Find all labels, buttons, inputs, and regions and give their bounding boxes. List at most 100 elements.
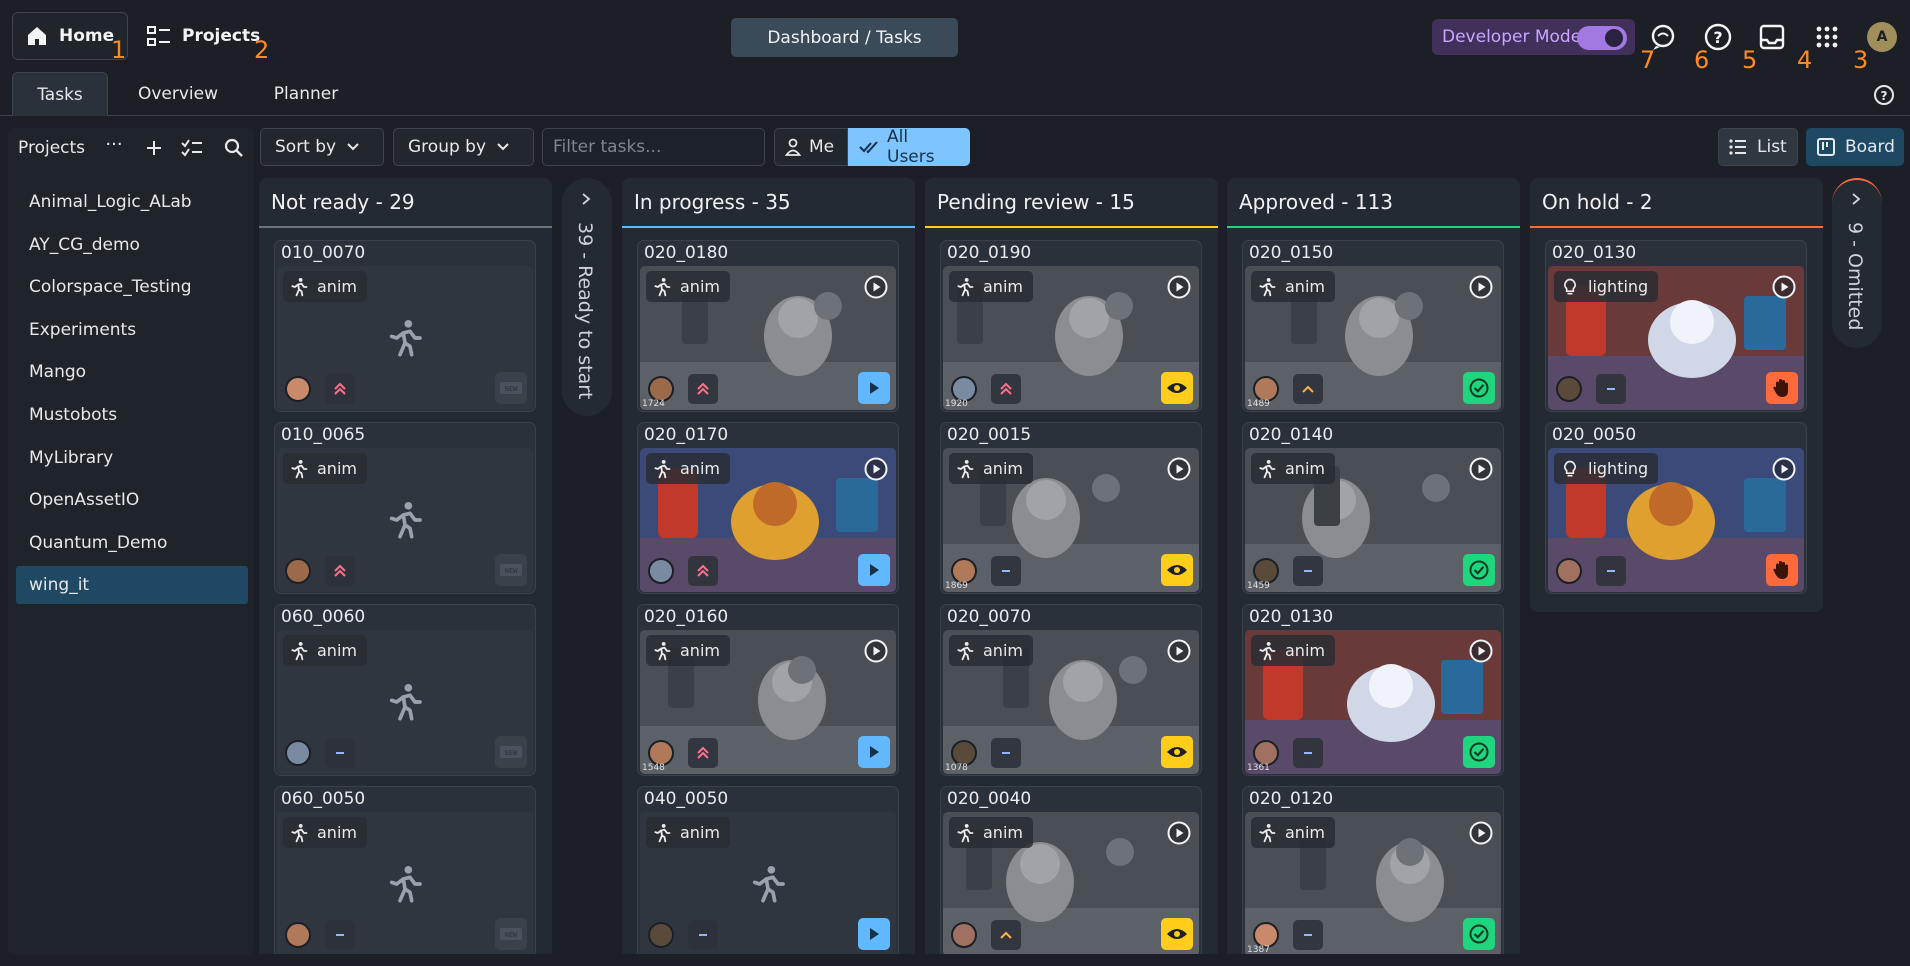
status-approved-icon[interactable] <box>1463 918 1495 950</box>
status-in-progress-icon[interactable] <box>858 918 890 950</box>
status-in-progress-icon[interactable] <box>858 554 890 586</box>
board-view-button[interactable]: Board <box>1806 128 1904 166</box>
card-thumbnail[interactable]: anim NEW <box>277 812 533 954</box>
play-icon[interactable] <box>1468 638 1494 664</box>
play-icon[interactable] <box>1771 274 1797 300</box>
assignee-avatar[interactable] <box>951 922 977 948</box>
task-card[interactable]: 020_0120 anim 1387 <box>1242 786 1504 954</box>
card-thumbnail[interactable]: anim 1489 <box>1245 266 1501 410</box>
apps-button[interactable] <box>1808 18 1846 56</box>
sidebar-item-project[interactable]: OpenAssetIO <box>16 481 248 519</box>
sidebar-item-project[interactable]: AY_CG_demo <box>16 226 248 264</box>
assignee-avatar[interactable] <box>285 740 311 766</box>
priority-normal-icon[interactable] <box>1293 738 1323 768</box>
assignee-avatar[interactable] <box>648 558 674 584</box>
assignee-avatar[interactable] <box>648 922 674 948</box>
status-not-ready-icon[interactable]: NEW <box>495 554 527 586</box>
play-icon[interactable] <box>863 456 889 482</box>
page-title[interactable]: Dashboard / Tasks <box>731 18 958 57</box>
toggle-switch[interactable] <box>1577 26 1627 50</box>
card-thumbnail[interactable]: anim 1459 <box>1245 448 1501 592</box>
status-pending-review-icon[interactable] <box>1161 918 1193 950</box>
play-icon[interactable] <box>863 274 889 300</box>
priority-high-icon[interactable] <box>991 374 1021 404</box>
list-view-button[interactable]: List <box>1718 128 1798 166</box>
search-icon[interactable] <box>222 136 246 160</box>
all-users-filter-button[interactable]: All Users <box>848 127 970 167</box>
assignee-avatar[interactable] <box>285 922 311 948</box>
group-by-dropdown[interactable]: Group by <box>393 128 534 166</box>
priority-high-icon[interactable] <box>325 374 355 404</box>
status-not-ready-icon[interactable]: NEW <box>495 372 527 404</box>
status-not-ready-icon[interactable]: NEW <box>495 918 527 950</box>
projects-button[interactable]: Projects <box>134 12 264 60</box>
priority-normal-icon[interactable] <box>325 738 355 768</box>
sidebar-item-project[interactable]: wing_it <box>16 566 248 605</box>
card-thumbnail[interactable]: anim NEW <box>277 266 533 410</box>
status-in-progress-icon[interactable] <box>858 736 890 768</box>
card-thumbnail[interactable]: anim 1361 <box>1245 630 1501 774</box>
me-filter-button[interactable]: Me <box>774 128 848 166</box>
play-icon[interactable] <box>1166 820 1192 846</box>
sidebar-item-project[interactable]: Mango <box>16 353 248 391</box>
card-thumbnail[interactable]: anim NEW <box>277 630 533 774</box>
sidebar-item-project[interactable]: MyLibrary <box>16 439 248 477</box>
play-icon[interactable] <box>1166 456 1192 482</box>
priority-normal-icon[interactable] <box>1293 556 1323 586</box>
more-options-icon[interactable]: ··· <box>102 132 126 156</box>
task-card[interactable]: 010_0070 anim NEW <box>274 240 536 412</box>
priority-normal-icon[interactable] <box>325 920 355 950</box>
task-card[interactable]: 020_0150 anim 1489 <box>1242 240 1504 412</box>
task-card[interactable]: 020_0015 anim 1869 <box>940 422 1202 594</box>
priority-high-icon[interactable] <box>688 374 718 404</box>
play-icon[interactable] <box>1166 274 1192 300</box>
sidebar-item-project[interactable]: Colorspace_Testing <box>16 268 248 306</box>
status-not-ready-icon[interactable]: NEW <box>495 736 527 768</box>
status-on-hold-icon[interactable] <box>1766 372 1798 404</box>
add-project-icon[interactable] <box>142 136 166 160</box>
card-thumbnail[interactable]: anim <box>640 812 896 954</box>
card-thumbnail[interactable]: anim 1724 <box>640 266 896 410</box>
inbox-button[interactable] <box>1753 18 1791 56</box>
priority-medium-icon[interactable] <box>991 920 1021 950</box>
task-card[interactable]: 020_0040 anim <box>940 786 1202 954</box>
status-pending-review-icon[interactable] <box>1161 736 1193 768</box>
priority-normal-icon[interactable] <box>991 738 1021 768</box>
status-approved-icon[interactable] <box>1463 736 1495 768</box>
assignee-avatar[interactable] <box>285 376 311 402</box>
task-card[interactable]: 020_0180 anim 1724 <box>637 240 899 412</box>
task-card[interactable]: 040_0050 anim <box>637 786 899 954</box>
sidebar-item-project[interactable]: Experiments <box>16 311 248 349</box>
task-card[interactable]: 020_0190 anim 1920 <box>940 240 1202 412</box>
play-icon[interactable] <box>1468 456 1494 482</box>
status-in-progress-icon[interactable] <box>858 372 890 404</box>
task-card[interactable]: 060_0050 anim NEW <box>274 786 536 954</box>
task-card[interactable]: 020_0160 anim 1548 <box>637 604 899 776</box>
task-card[interactable]: 020_0140 anim 1459 <box>1242 422 1504 594</box>
assignee-avatar[interactable] <box>1556 376 1582 402</box>
priority-high-icon[interactable] <box>688 556 718 586</box>
task-card[interactable]: 010_0065 anim NEW <box>274 422 536 594</box>
card-thumbnail[interactable]: lighting <box>1548 266 1804 410</box>
play-icon[interactable] <box>1166 638 1192 664</box>
sidebar-item-project[interactable]: Animal_Logic_ALab <box>16 183 248 221</box>
card-thumbnail[interactable]: anim <box>943 812 1199 954</box>
card-thumbnail[interactable]: anim 1869 <box>943 448 1199 592</box>
card-thumbnail[interactable]: anim 1387 <box>1245 812 1501 954</box>
task-card[interactable]: 020_0130 lighting <box>1545 240 1807 412</box>
priority-normal-icon[interactable] <box>688 920 718 950</box>
tab-planner[interactable]: Planner <box>258 72 354 116</box>
task-card[interactable]: 020_0050 lighting <box>1545 422 1807 594</box>
priority-medium-icon[interactable] <box>1293 374 1323 404</box>
priority-normal-icon[interactable] <box>1596 556 1626 586</box>
sidebar-item-project[interactable]: Quantum_Demo <box>16 524 248 562</box>
play-icon[interactable] <box>1468 820 1494 846</box>
priority-normal-icon[interactable] <box>1596 374 1626 404</box>
status-on-hold-icon[interactable] <box>1766 554 1798 586</box>
sort-by-dropdown[interactable]: Sort by <box>260 128 384 166</box>
priority-high-icon[interactable] <box>688 738 718 768</box>
play-icon[interactable] <box>1468 274 1494 300</box>
play-icon[interactable] <box>863 638 889 664</box>
assignee-avatar[interactable] <box>285 558 311 584</box>
card-thumbnail[interactable]: anim 1548 <box>640 630 896 774</box>
